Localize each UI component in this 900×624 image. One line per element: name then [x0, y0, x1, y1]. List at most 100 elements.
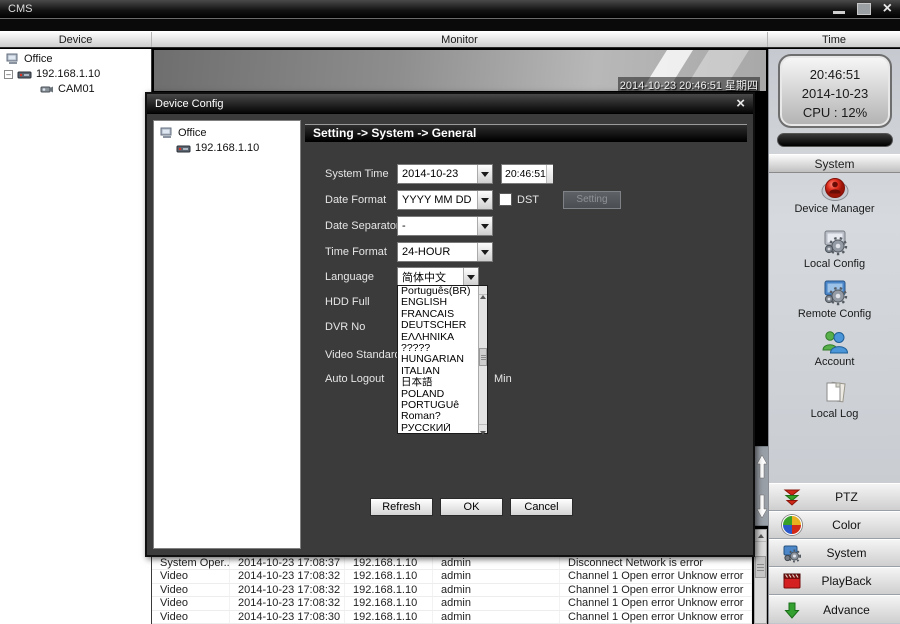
language-label: Language	[325, 271, 374, 283]
language-option[interactable]: Português(BR)	[398, 286, 478, 297]
log-row[interactable]: Video 2014-10-23 17:08:30 192.168.1.10 a…	[152, 611, 752, 624]
sidebar-item-local-config[interactable]: Local Config	[769, 227, 900, 270]
log-scroll-up-icon[interactable]	[755, 530, 766, 542]
log-message: Disconnect Network is error	[560, 557, 752, 569]
collapse-icon[interactable]: –	[4, 70, 13, 79]
date-separator-select[interactable]: -	[397, 216, 493, 236]
local-config-icon	[820, 227, 850, 257]
log-type: Video	[152, 611, 230, 623]
log-message: Channel 1 Open error Unknow error	[560, 570, 752, 582]
dialog-content: Setting -> System -> General System Time…	[305, 120, 747, 549]
chevron-down-icon[interactable]	[477, 191, 492, 209]
language-option[interactable]: 日本語	[398, 377, 478, 388]
language-dropdown-list[interactable]: Português(BR)ENGLISHFRANCAISDEUTSCHERΕΛΛ…	[397, 285, 488, 434]
language-option[interactable]: ITALIAN	[398, 366, 478, 377]
chevron-down-icon[interactable]	[463, 268, 478, 285]
system-time-spinner[interactable]: 20:46:51	[501, 164, 553, 184]
sidebar-item-account[interactable]: Account	[769, 329, 900, 368]
language-option[interactable]: Roman?	[398, 411, 478, 422]
language-option[interactable]: DEUTSCHER	[398, 320, 478, 331]
tab-device[interactable]: Device	[0, 32, 152, 47]
language-select[interactable]: 简体中文	[397, 267, 479, 286]
log-ip: 192.168.1.10	[345, 611, 433, 623]
chevron-down-icon[interactable]	[477, 217, 492, 235]
scroll-down-icon[interactable]	[756, 493, 768, 519]
tree-item-device[interactable]: – 192.168.1.10	[4, 68, 100, 80]
time-format-label: Time Format	[325, 246, 387, 258]
log-message: Channel 1 Open error Unknow error	[560, 611, 752, 623]
tab-monitor[interactable]: Monitor	[152, 32, 768, 47]
language-option[interactable]: ENGLISH	[398, 297, 478, 308]
sidebar-item-local-log[interactable]: Local Log	[769, 379, 900, 420]
date-format-select[interactable]: YYYY MM DD	[397, 190, 493, 210]
scroll-thumb[interactable]	[479, 348, 487, 366]
log-table-scrollbar[interactable]	[754, 529, 767, 624]
video-standard-label: Video Standard	[325, 349, 401, 361]
dvr-icon	[17, 69, 32, 80]
close-icon[interactable]: ×	[883, 2, 892, 16]
log-type: Video	[152, 597, 230, 609]
log-row[interactable]: Video 2014-10-23 17:08:32 192.168.1.10 a…	[152, 597, 752, 610]
dialog-title: Device Config	[155, 98, 223, 110]
dialog-close-icon[interactable]: ×	[736, 98, 745, 110]
language-option[interactable]: FRANCAIS	[398, 309, 478, 320]
language-option[interactable]: РУССКИЙ	[398, 423, 478, 433]
log-row[interactable]: Video 2014-10-23 17:08:32 192.168.1.10 a…	[152, 584, 752, 597]
nav-color-button[interactable]: Color	[769, 511, 900, 539]
sidebar-item-remote-config[interactable]: Remote Config	[769, 277, 900, 320]
nav-buttons: PTZ Color System	[769, 483, 900, 623]
system-section-header: System	[769, 154, 900, 173]
language-option[interactable]: ΕΛΛΗΝΙΚΑ	[398, 332, 478, 343]
refresh-button[interactable]: Refresh	[370, 498, 433, 516]
log-scroll-thumb[interactable]	[755, 556, 766, 578]
device-config-dialog: Device Config × Office 192.168.1.10	[145, 92, 755, 557]
minimize-icon[interactable]	[833, 11, 845, 14]
log-user: admin	[433, 570, 560, 582]
dst-checkbox[interactable]	[499, 193, 512, 206]
tree-item-site[interactable]: Office	[6, 53, 53, 65]
nav-advance-button[interactable]: Advance	[769, 595, 900, 623]
event-log-table[interactable]: System Oper... 2014-10-23 17:08:37 192.1…	[152, 557, 752, 624]
language-option[interactable]: PORTUGUê	[398, 400, 478, 411]
date-separator-label: Date Separator	[325, 220, 400, 232]
auto-logout-unit: Min	[494, 373, 512, 385]
log-row[interactable]: System Oper... 2014-10-23 17:08:37 192.1…	[152, 557, 752, 570]
maximize-icon[interactable]	[857, 3, 871, 15]
language-options[interactable]: Português(BR)ENGLISHFRANCAISDEUTSCHERΕΛΛ…	[398, 286, 478, 433]
hdd-full-label: HDD Full	[325, 296, 370, 308]
log-row[interactable]: Video 2014-10-23 17:08:32 192.168.1.10 a…	[152, 570, 752, 583]
scroll-up-icon[interactable]	[756, 454, 768, 480]
system-gears-icon	[782, 543, 802, 563]
chevron-down-icon[interactable]	[477, 243, 492, 261]
tree-item-camera[interactable]: CAM01	[40, 83, 95, 95]
cancel-button[interactable]: Cancel	[510, 498, 573, 516]
tab-time[interactable]: Time	[768, 32, 900, 47]
ok-button[interactable]: OK	[440, 498, 503, 516]
time-format-select[interactable]: 24-HOUR	[397, 242, 493, 262]
site-icon	[6, 53, 20, 65]
nav-system-button[interactable]: System	[769, 539, 900, 567]
language-option[interactable]: HUNGARIAN	[398, 354, 478, 365]
nav-playback-button[interactable]: PlayBack	[769, 567, 900, 595]
language-option[interactable]: ?????	[398, 343, 478, 354]
language-option[interactable]: POLAND	[398, 389, 478, 400]
auto-logout-label: Auto Logout	[325, 373, 384, 385]
spinner-arrows-icon[interactable]	[546, 165, 553, 183]
dialog-tree-site[interactable]: Office	[160, 127, 207, 139]
video-frame: 2014-10-23 20:46:51 星期四	[154, 50, 766, 92]
log-message: Channel 1 Open error Unknow error	[560, 584, 752, 596]
log-user: admin	[433, 597, 560, 609]
chevron-down-icon[interactable]	[477, 165, 492, 183]
dialog-titlebar[interactable]: Device Config ×	[147, 94, 753, 114]
system-date-select[interactable]: 2014-10-23	[397, 164, 493, 184]
nav-ptz-button[interactable]: PTZ	[769, 483, 900, 511]
scroll-down-icon[interactable]	[479, 424, 487, 433]
sidebar-item-device-manager[interactable]: Device Manager	[769, 176, 900, 215]
dst-setting-button: Setting	[563, 191, 621, 209]
dialog-tree-device[interactable]: 192.168.1.10	[176, 142, 259, 154]
dialog-device-tree: Office 192.168.1.10	[153, 120, 301, 549]
dvr-no-label: DVR No	[325, 321, 365, 333]
clock-date: 2014-10-23	[780, 84, 890, 103]
scroll-up-icon[interactable]	[479, 286, 487, 295]
language-list-scrollbar[interactable]	[478, 286, 487, 433]
